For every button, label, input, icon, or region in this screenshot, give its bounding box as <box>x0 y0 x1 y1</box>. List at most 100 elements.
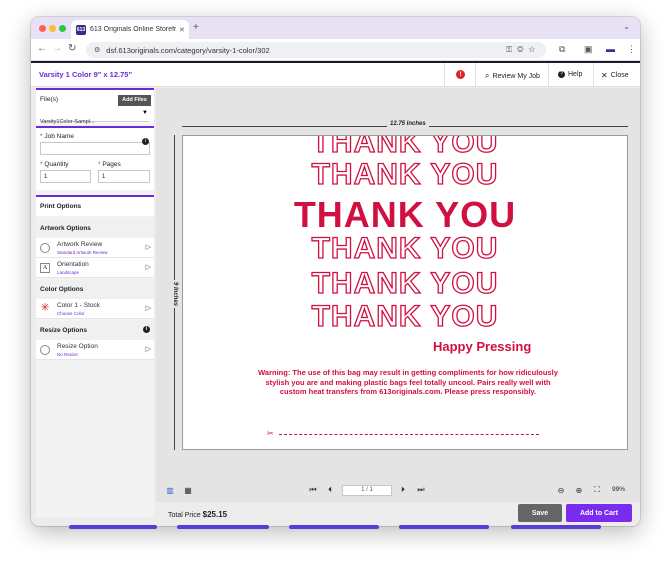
chevron-right-icon: ▷ <box>145 264 151 271</box>
site-settings-icon[interactable]: ⚙ <box>94 46 100 54</box>
minimize-window-button[interactable] <box>49 25 56 32</box>
art-line-thank-you: THANK YOU <box>311 299 499 333</box>
job-section: * Job Name * Quantity 1 * Pages 1 <box>36 126 154 190</box>
color-title: Color 1 - Stock <box>57 302 100 309</box>
help-icon: ? <box>558 71 565 78</box>
grid-view-icon[interactable]: ▦ <box>181 483 195 497</box>
chevron-down-icon: ▼ <box>142 110 148 116</box>
zoom-level: 99% <box>612 486 626 493</box>
back-icon[interactable]: ← <box>37 43 47 54</box>
zoom-in-icon[interactable]: ⊕ <box>572 483 586 497</box>
resize-title: Resize Option <box>57 343 98 350</box>
resize-sub: No Resize <box>57 352 78 357</box>
chevron-right-icon: ▷ <box>145 305 151 312</box>
save-button[interactable]: Save <box>518 504 562 522</box>
artwork-review-title: Artwork Review <box>57 241 103 248</box>
favicon-icon: 613 <box>76 24 86 35</box>
artboard[interactable]: THANK YOU THANK YOU THANK YOU THANK YOU … <box>182 135 628 450</box>
menu-icon[interactable]: ⋮ <box>627 44 636 55</box>
print-options-section: Print Options <box>36 195 154 216</box>
quantity-label-text: Quantity <box>44 161 69 168</box>
chevron-right-icon: ▷ <box>145 244 151 251</box>
job-name-info-icon[interactable]: i <box>142 138 149 145</box>
pages-input[interactable]: 1 <box>98 170 150 183</box>
artwork-options-group: Artwork Options Artwork Review Standard … <box>36 219 154 278</box>
close-window-button[interactable] <box>39 25 46 32</box>
orientation-sub: Landscape <box>57 270 80 275</box>
background-strip-segment <box>399 525 489 529</box>
resize-option[interactable]: Resize Option No Resize ▷ <box>36 340 154 360</box>
last-page-icon[interactable]: ⏭ <box>414 483 428 497</box>
art-line-thank-you: THANK YOU <box>311 266 499 300</box>
color-asterisk-icon: ✳ <box>40 302 50 314</box>
orientation-icon: A <box>40 263 50 273</box>
job-name-input[interactable] <box>40 142 150 155</box>
background-strip-segment <box>177 525 269 529</box>
warning-label: Warning: <box>258 368 291 377</box>
tab-close-icon[interactable]: ✕ <box>179 26 185 34</box>
height-ruler-label: 9 Inches <box>172 280 178 309</box>
url-field[interactable]: ⚙ dsf.613originals.com/category/varsity-… <box>86 42 546 58</box>
radio-icon <box>40 345 50 355</box>
password-key-icon[interactable]: ⚿ <box>506 45 517 54</box>
extensions-icon[interactable]: ⧉ <box>559 44 565 55</box>
profile-icon[interactable]: ▬ <box>606 44 615 54</box>
new-tab-icon[interactable]: + <box>193 22 199 33</box>
fit-to-screen-icon[interactable]: ⛶ <box>590 483 604 497</box>
add-to-cart-button[interactable]: Add to Cart <box>566 504 632 522</box>
info-icon[interactable]: i <box>143 326 150 333</box>
options-panel: File(s) Add Files Varsity1Color-Sampl...… <box>36 88 154 518</box>
scissors-icon: ✂ <box>267 429 274 438</box>
warning-body: The use of this bag may result in gettin… <box>265 368 558 396</box>
browser-window: 613 613 Originals Online Storefro ✕ + ⌄ … <box>31 17 640 526</box>
first-page-icon[interactable]: ⏮ <box>306 483 320 497</box>
orientation-option[interactable]: A Orientation Landscape ▷ <box>36 258 154 278</box>
eye-off-icon[interactable]: ◎ <box>517 45 528 54</box>
file-select[interactable]: Varsity1Color-Sampl... ▼ <box>40 110 150 125</box>
background-strip-segment <box>289 525 379 529</box>
forward-icon[interactable]: → <box>52 43 62 54</box>
page-indicator[interactable]: 1 / 1 <box>342 485 392 496</box>
art-line-thank-you: THANK YOU <box>311 135 499 160</box>
art-line-thank-you: THANK YOU <box>311 157 499 191</box>
alert-icon[interactable]: ! <box>456 70 465 79</box>
total-value: $25.15 <box>202 510 228 519</box>
print-options-label: Print Options <box>40 203 82 210</box>
reload-icon[interactable]: ↻ <box>68 43 76 54</box>
sidebar-icon[interactable]: ▣ <box>584 44 593 55</box>
browser-tab[interactable]: 613 613 Originals Online Storefro ✕ <box>71 20 189 39</box>
resize-options-title: Resize Options <box>40 327 87 334</box>
close-button[interactable]: ✕ Close <box>601 71 629 80</box>
help-button[interactable]: ? Help <box>558 71 582 78</box>
bookmark-star-icon[interactable]: ☆ <box>528 45 540 54</box>
close-icon: ✕ <box>601 71 608 80</box>
files-section: File(s) Add Files Varsity1Color-Sampl...… <box>36 88 154 125</box>
art-line-thank-you-bold: THANK YOU <box>293 194 517 235</box>
artwork-options-header: Artwork Options <box>36 219 154 238</box>
file-select-value: Varsity1Color-Sampl... <box>40 119 95 125</box>
maximize-window-button[interactable] <box>59 25 66 32</box>
cut-line <box>279 434 539 435</box>
warning-text: Warning: The use of this bag may result … <box>253 368 563 397</box>
quantity-input[interactable]: 1 <box>40 170 91 183</box>
color-1-option[interactable]: ✳ Color 1 - Stock Choose Color ▷ <box>36 299 154 319</box>
book-view-icon[interactable]: ▥ <box>163 483 177 497</box>
color-sub: Choose Color <box>57 311 85 316</box>
job-name-label-text: Job Name <box>44 133 74 140</box>
prev-page-icon[interactable]: ⏴ <box>323 483 337 497</box>
close-label: Close <box>610 72 629 79</box>
app-header: Varsity 1 Color 9" x 12.75" ! ⌕ Review M… <box>31 61 640 87</box>
tab-list-chevron-icon[interactable]: ⌄ <box>623 22 630 31</box>
omnibox-actions: ⚿◎☆ <box>506 45 540 55</box>
canvas-toolbar: ▥ ▦ ⏮ ⏴ 1 / 1 ⏵ ⏭ ⊖ ⊕ ⛶ 99% <box>156 479 640 502</box>
zoom-out-icon[interactable]: ⊖ <box>554 483 568 497</box>
add-files-button[interactable]: Add Files <box>118 95 151 106</box>
tab-title: 613 Originals Online Storefro <box>90 26 176 33</box>
job-name-label: * Job Name <box>40 133 74 140</box>
resize-options-group: Resize Options i Resize Option No Resize… <box>36 321 154 360</box>
artwork-review-option[interactable]: Artwork Review Standard Artwork Review ▷ <box>36 238 154 258</box>
radio-icon <box>40 243 50 253</box>
product-title: Varsity 1 Color 9" x 12.75" <box>39 70 132 79</box>
next-page-icon[interactable]: ⏵ <box>396 483 410 497</box>
review-my-job-button[interactable]: ⌕ Review My Job <box>485 71 540 81</box>
